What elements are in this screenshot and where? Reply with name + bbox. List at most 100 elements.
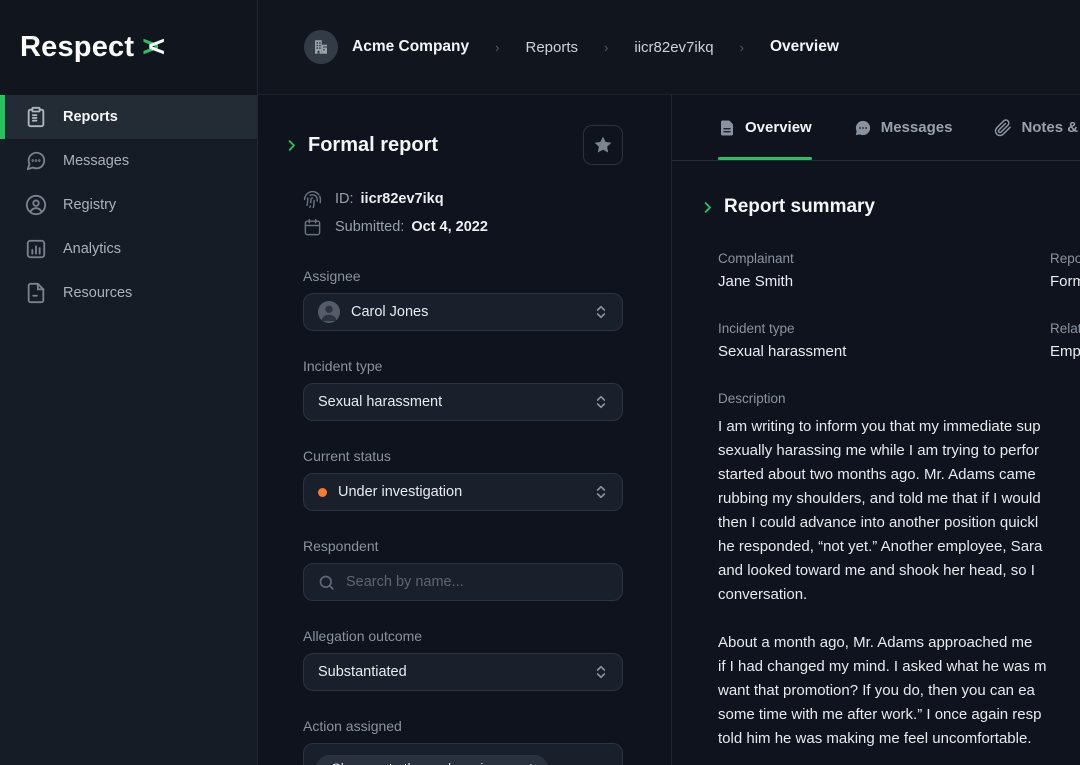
sidebar-item-reports[interactable]: Reports — [0, 95, 257, 139]
chevron-right-icon: › — [604, 40, 608, 55]
report-form-panel: Formal report ID: iicr82ev7ikq Submitted… — [258, 95, 672, 765]
submitted-value: Oct 4, 2022 — [411, 219, 488, 235]
fingerprint-icon — [303, 190, 322, 209]
clipboard-icon — [25, 106, 47, 128]
report-meta: ID: iicr82ev7ikq Submitted: Oct 4, 2022 — [303, 185, 623, 241]
current-status-select[interactable]: Under investigation — [303, 473, 623, 511]
calendar-icon — [303, 218, 322, 237]
chevron-right-icon[interactable] — [700, 200, 715, 215]
incident-type-field: Incident type Sexual harassment — [718, 321, 1080, 360]
report-summary-title: Report summary — [724, 196, 875, 218]
avatar — [318, 301, 340, 323]
respondent-search-input[interactable] — [346, 574, 608, 590]
report-id-row: ID: iicr82ev7ikq — [303, 185, 623, 213]
file-icon — [25, 282, 47, 304]
relationship-label: Relationship — [1050, 321, 1080, 336]
sidebar-item-analytics[interactable]: Analytics — [0, 227, 257, 271]
description-paragraph: About a month ago, Mr. Adams approached … — [718, 631, 1080, 751]
breadcrumb-report-id[interactable]: iicr82ev7ikq — [634, 39, 713, 56]
complainant-value: Jane Smith — [718, 273, 1080, 290]
brand-name: Respect — [20, 31, 134, 64]
search-icon — [318, 574, 335, 591]
submitted-label: Submitted: — [335, 219, 404, 235]
breadcrumb-company[interactable]: Acme Company — [352, 38, 469, 56]
document-icon — [718, 119, 736, 137]
complainant-field: Complainant Jane Smith — [718, 251, 1080, 290]
chat-bubble-icon — [854, 119, 872, 137]
breadcrumb: Acme Company › Reports › iicr82ev7ikq › … — [258, 0, 1080, 95]
logo-area: Respect >< — [0, 0, 257, 95]
sidebar: Respect >< Reports Messages Registry — [0, 0, 258, 765]
paperclip-icon — [994, 119, 1012, 137]
report-type-field: Report type Formal — [1050, 251, 1080, 290]
report-type-value: Formal — [1050, 273, 1080, 290]
description-paragraph: I am writing to inform you that my immed… — [718, 415, 1080, 607]
report-type-label: Report type — [1050, 251, 1080, 266]
sidebar-item-label: Analytics — [63, 241, 121, 257]
assignee-select[interactable]: Carol Jones — [303, 293, 623, 331]
allegation-outcome-label: Allegation outcome — [303, 628, 623, 644]
chevron-up-down-icon — [593, 394, 609, 410]
complainant-label: Complainant — [718, 251, 1080, 266]
incident-type-label: Incident type — [718, 321, 1080, 336]
sidebar-item-label: Resources — [63, 285, 132, 301]
tab-messages[interactable]: Messages — [854, 95, 953, 160]
relationship-field: Relationship Employee — [1050, 321, 1080, 360]
report-id-value: iicr82ev7ikq — [361, 191, 444, 207]
tab-overview[interactable]: Overview — [718, 95, 812, 160]
tab-label: Notes & Statements — [1021, 119, 1080, 136]
action-assigned-multiselect[interactable]: Changes to the work environment Monitori… — [303, 743, 623, 765]
incident-type-value: Sexual harassment — [718, 343, 1080, 360]
chevron-up-down-icon — [593, 484, 609, 500]
incident-type-label: Incident type — [303, 358, 623, 374]
sidebar-item-messages[interactable]: Messages — [0, 139, 257, 183]
breadcrumb-current-page: Overview — [770, 38, 839, 56]
report-title: Formal report — [308, 134, 438, 157]
sidebar-nav: Reports Messages Registry Analytics Reso… — [0, 95, 257, 315]
current-status-value: Under investigation — [338, 484, 462, 500]
tab-label: Overview — [745, 119, 812, 136]
assignee-label: Assignee — [303, 268, 623, 284]
brand-logo[interactable]: Respect >< — [20, 31, 158, 64]
breadcrumb-reports[interactable]: Reports — [526, 39, 579, 56]
respondent-label: Respondent — [303, 538, 623, 554]
report-submitted-row: Submitted: Oct 4, 2022 — [303, 213, 623, 241]
report-detail-panel: Overview Messages Notes & Statements Rep… — [672, 95, 1080, 765]
report-id-label: ID: — [335, 191, 354, 207]
sidebar-item-registry[interactable]: Registry — [0, 183, 257, 227]
incident-type-value: Sexual harassment — [318, 394, 442, 410]
allegation-outcome-select[interactable]: Substantiated — [303, 653, 623, 691]
brand-x-mark: >< — [142, 31, 158, 64]
assignee-value: Carol Jones — [351, 304, 428, 320]
tab-notes-statements[interactable]: Notes & Statements — [994, 95, 1080, 160]
description-text: I am writing to inform you that my immed… — [718, 415, 1080, 751]
sidebar-item-label: Registry — [63, 197, 116, 213]
tab-label: Messages — [881, 119, 953, 136]
allegation-outcome-value: Substantiated — [318, 664, 407, 680]
chat-bubble-icon — [25, 150, 47, 172]
overview-content: Report summary Complainant Jane Smith In… — [672, 161, 1080, 751]
current-status-label: Current status — [303, 448, 623, 464]
chevron-up-down-icon — [593, 664, 609, 680]
sidebar-item-label: Reports — [63, 109, 118, 125]
action-assigned-label: Action assigned — [303, 718, 623, 734]
sidebar-item-resources[interactable]: Resources — [0, 271, 257, 315]
building-icon — [312, 38, 330, 56]
detail-tabbar: Overview Messages Notes & Statements — [672, 95, 1080, 161]
summary-fields: Complainant Jane Smith Incident type Sex… — [718, 251, 1080, 360]
star-icon — [593, 135, 613, 155]
chevron-right-icon: › — [740, 40, 744, 55]
bar-chart-icon — [25, 238, 47, 260]
status-dot — [318, 488, 327, 497]
chevron-right-icon: › — [495, 40, 499, 55]
chevron-up-down-icon — [593, 304, 609, 320]
relationship-value: Employee — [1050, 343, 1080, 360]
user-circle-icon — [25, 194, 47, 216]
chevron-right-icon[interactable] — [284, 138, 299, 153]
action-chip[interactable]: Changes to the work environment — [316, 755, 548, 765]
favorite-button[interactable] — [583, 125, 623, 165]
incident-type-select[interactable]: Sexual harassment — [303, 383, 623, 421]
respondent-search[interactable] — [303, 563, 623, 601]
summary-fields-column2: Report type Formal Relationship Employee — [1050, 251, 1080, 391]
company-avatar[interactable] — [304, 30, 338, 64]
